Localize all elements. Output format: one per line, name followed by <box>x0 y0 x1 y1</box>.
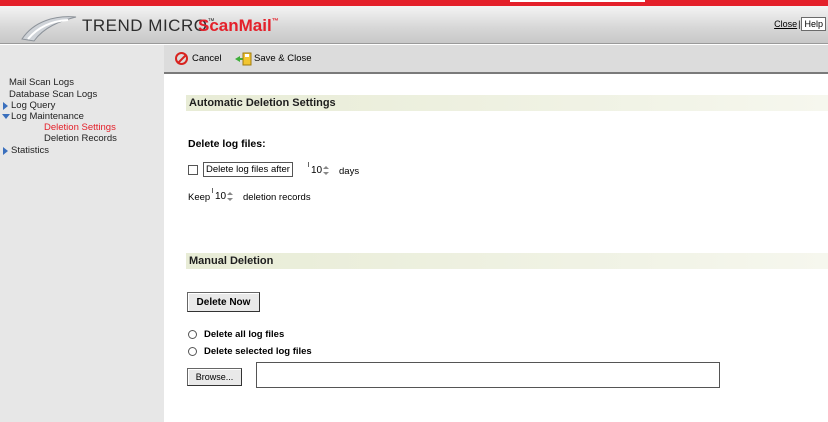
days-unit-label: days <box>339 166 360 177</box>
delete-all-label[interactable]: Delete all log files <box>204 329 284 340</box>
manual-deletion-section-bar: Manual Deletion <box>186 253 828 269</box>
sidebar-item-database-scan-logs[interactable]: Database Scan Logs <box>9 89 97 100</box>
file-path-input[interactable] <box>256 362 720 388</box>
main-content: Automatic Deletion Settings Delete log f… <box>164 76 828 422</box>
sidebar-item-log-maintenance[interactable]: Log Maintenance <box>11 111 84 122</box>
product-name: ScanMail™ <box>198 16 279 35</box>
keep-records-stepper[interactable]: 10 <box>212 188 234 202</box>
delete-selected-radio[interactable] <box>188 347 197 356</box>
spinner-arrows-icon[interactable] <box>323 165 330 175</box>
delete-now-button[interactable]: Delete Now <box>187 292 260 312</box>
app-header: TREND MICRO™ ScanMail™ Close| Help <box>0 6 828 44</box>
delete-selected-label[interactable]: Delete selected log files <box>204 346 312 357</box>
delete-log-files-heading: Delete log files: <box>188 138 266 150</box>
sidebar: Mail Scan Logs Database Scan Logs Log Qu… <box>0 45 164 422</box>
spin-cursor-icon <box>212 188 214 193</box>
days-stepper[interactable]: 10 <box>308 162 330 176</box>
toolbar: Cancel Save & Close <box>164 45 828 74</box>
help-button[interactable]: Help <box>801 17 826 31</box>
sidebar-item-statistics[interactable]: Statistics <box>11 145 49 156</box>
brand-name: TREND MICRO™ <box>82 16 215 35</box>
collapse-arrow-icon[interactable] <box>2 114 10 119</box>
header-links: Close| Help <box>774 17 826 31</box>
keep-label: Keep <box>188 192 211 203</box>
expand-arrow-icon[interactable] <box>3 102 8 110</box>
expand-arrow-icon[interactable] <box>3 147 8 155</box>
delete-all-radio[interactable] <box>188 330 197 339</box>
trend-micro-logo-icon <box>21 16 77 42</box>
sidebar-item-mail-scan-logs[interactable]: Mail Scan Logs <box>9 77 74 88</box>
link-separator: | <box>798 19 801 29</box>
auto-deletion-section-bar: Automatic Deletion Settings <box>186 95 828 111</box>
cancel-icon[interactable] <box>175 52 188 65</box>
save-close-button[interactable]: Save & Close <box>254 53 312 64</box>
days-value[interactable]: 10 <box>311 165 322 176</box>
cancel-button[interactable]: Cancel <box>192 53 222 64</box>
delete-after-checkbox[interactable] <box>188 165 198 175</box>
sidebar-item-deletion-records[interactable]: Deletion Records <box>44 133 117 144</box>
spin-cursor-icon <box>308 162 310 167</box>
sidebar-item-deletion-settings[interactable]: Deletion Settings <box>44 122 116 133</box>
close-link[interactable]: Close <box>774 19 797 29</box>
sidebar-item-log-query[interactable]: Log Query <box>11 100 55 111</box>
section-title: Manual Deletion <box>189 255 274 267</box>
keep-value[interactable]: 10 <box>215 191 226 202</box>
save-icon[interactable] <box>234 52 252 66</box>
delete-after-label[interactable]: Delete log files after <box>203 162 293 177</box>
stripe-highlight <box>510 0 645 2</box>
deletion-records-label: deletion records <box>243 192 311 203</box>
section-title: Automatic Deletion Settings <box>189 97 336 109</box>
browse-button[interactable]: Browse... <box>187 368 242 386</box>
spinner-arrows-icon[interactable] <box>227 191 234 201</box>
